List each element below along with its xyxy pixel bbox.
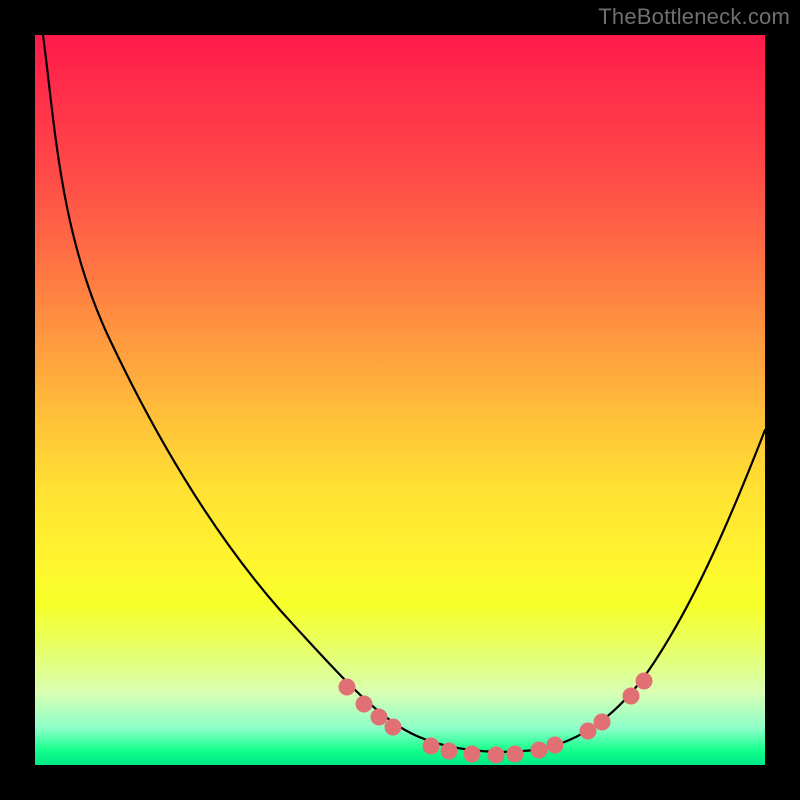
highlight-dot xyxy=(580,723,596,739)
bottleneck-curve xyxy=(43,35,765,752)
highlight-dot xyxy=(507,746,523,762)
highlight-dots xyxy=(339,673,652,763)
plot-area xyxy=(35,35,765,765)
highlight-dot xyxy=(636,673,652,689)
highlight-dot xyxy=(531,742,547,758)
highlight-dot xyxy=(339,679,355,695)
attribution-text: TheBottleneck.com xyxy=(598,4,790,30)
highlight-dot xyxy=(423,738,439,754)
highlight-dot xyxy=(594,714,610,730)
highlight-dot xyxy=(356,696,372,712)
chart-overlay xyxy=(35,35,765,765)
chart-stage: TheBottleneck.com xyxy=(0,0,800,800)
highlight-dot xyxy=(371,709,387,725)
highlight-dot xyxy=(464,746,480,762)
highlight-dot xyxy=(441,743,457,759)
highlight-dot xyxy=(547,737,563,753)
highlight-dot xyxy=(623,688,639,704)
highlight-dot xyxy=(488,747,504,763)
highlight-dot xyxy=(385,719,401,735)
